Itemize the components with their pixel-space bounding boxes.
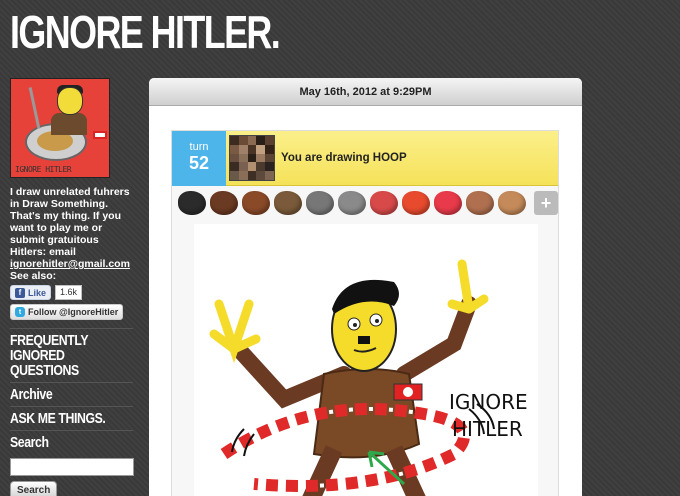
add-color-button[interactable]: +	[534, 191, 558, 215]
sidebar-nav: FREQUENTLY IGNORED QUESTIONS Archive ASK…	[10, 328, 134, 454]
drawing-prompt: You are drawing HOOP	[281, 152, 407, 164]
facebook-like-widget: f Like 1.6k	[10, 285, 134, 300]
color-swatch[interactable]	[178, 191, 206, 215]
color-swatch[interactable]	[338, 191, 366, 215]
avatar-caption: IGNORE HITLER	[15, 165, 72, 174]
post: May 16th, 2012 at 9:29PM turn 52 You are…	[149, 78, 582, 496]
post-date[interactable]: May 16th, 2012 at 9:29PM	[149, 78, 582, 106]
nav-item-ask[interactable]: ASK ME THINGS.	[10, 406, 133, 430]
drawing-canvas: IGNORE HITLER	[194, 224, 538, 496]
drawing-caption: IGNORE	[449, 390, 528, 414]
color-swatch[interactable]	[210, 191, 238, 215]
turn-number: 52	[188, 153, 210, 173]
facebook-like-button[interactable]: f Like	[10, 285, 52, 300]
nav-item-archive[interactable]: Archive	[10, 382, 133, 406]
sidebar: IGNORE HITLER I draw unrelated fuhrers i…	[10, 78, 134, 496]
facebook-icon: f	[15, 287, 25, 298]
color-swatch[interactable]	[274, 191, 302, 215]
turn-bar: turn 52 You are drawing HOOP	[172, 131, 558, 186]
search-heading: Search	[10, 430, 133, 454]
twitter-bird-icon: t	[15, 307, 25, 317]
facebook-like-count: 1.6k	[55, 285, 83, 300]
color-swatch[interactable]	[242, 191, 270, 215]
prompt-area: You are drawing HOOP	[226, 131, 558, 186]
avatar[interactable]: IGNORE HITLER	[10, 78, 110, 178]
hitler-drawing: IGNORE HITLER	[209, 259, 528, 496]
bio-text: I draw unrelated fuhrers in Draw Somethi…	[10, 186, 130, 270]
email-link[interactable]: ignorehitler@gmail.com	[10, 258, 130, 270]
color-swatch[interactable]	[466, 191, 494, 215]
search-button[interactable]: Search	[10, 480, 58, 496]
color-swatch[interactable]	[498, 191, 526, 215]
search-input[interactable]	[10, 458, 134, 476]
color-swatch[interactable]	[306, 191, 334, 215]
pixelated-avatar	[229, 135, 275, 181]
turn-badge: turn 52	[172, 131, 226, 186]
svg-text:HITLER: HITLER	[452, 417, 523, 441]
draw-something-screenshot: turn 52 You are drawing HOOP + IGNORE HI…	[171, 130, 559, 496]
color-swatch[interactable]	[434, 191, 462, 215]
color-swatch[interactable]	[370, 191, 398, 215]
color-palette: +	[172, 186, 558, 220]
twitter-follow-button[interactable]: t Follow @IgnoreHitler	[10, 304, 124, 320]
nav-item-faq[interactable]: FREQUENTLY IGNORED QUESTIONS	[10, 328, 133, 382]
see-also-label: See also:	[10, 270, 57, 282]
color-swatch[interactable]	[402, 191, 430, 215]
blog-title[interactable]: IGNORE HITLER.	[10, 6, 281, 58]
